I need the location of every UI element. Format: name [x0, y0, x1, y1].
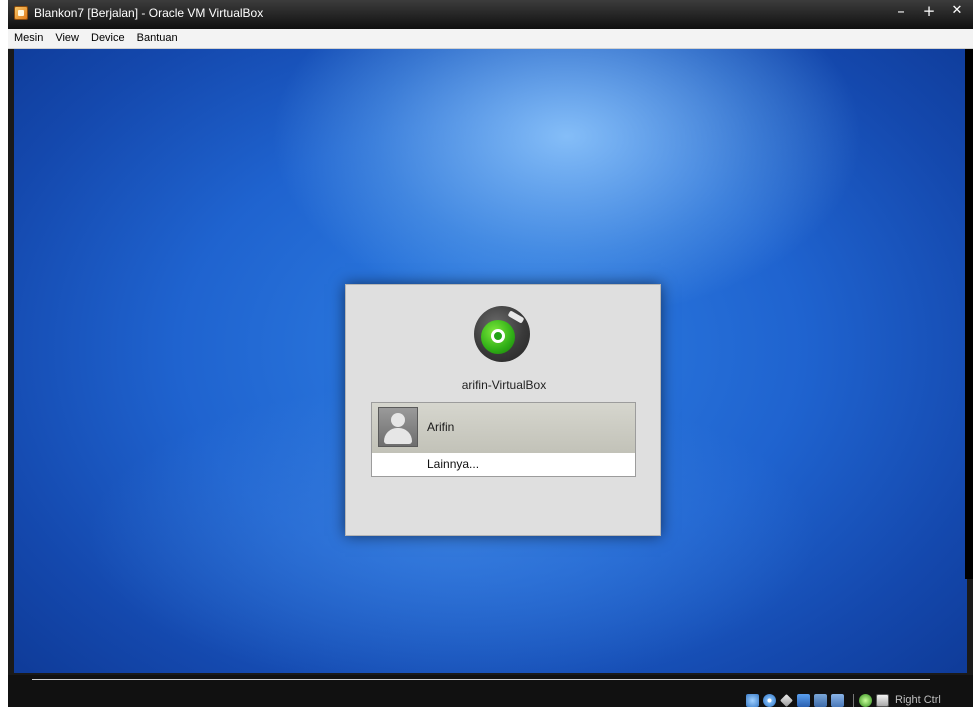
virtualbox-window: Blankon7 [Berjalan] - Oracle VM VirtualB…: [8, 0, 973, 707]
avatar-head: [391, 413, 405, 427]
status-bar: Right Ctrl: [8, 675, 973, 707]
menu-mesin[interactable]: Mesin: [8, 29, 49, 48]
logo-green-circle: [481, 320, 515, 354]
cd-dvd-icon[interactable]: [763, 693, 776, 707]
window-title: Blankon7 [Berjalan] - Oracle VM VirtualB…: [34, 6, 264, 20]
shared-folders-icon[interactable]: [814, 693, 827, 707]
mouse-integration-icon[interactable]: [859, 693, 872, 707]
usb-icon[interactable]: [780, 693, 793, 707]
logo-ring: [491, 329, 505, 343]
title-bar[interactable]: Blankon7 [Berjalan] - Oracle VM VirtualB…: [8, 0, 973, 29]
host-key-icon: [876, 693, 889, 707]
user-avatar-icon: [378, 407, 418, 447]
avatar-body: [384, 428, 412, 444]
user-name-label: Arifin: [427, 420, 455, 434]
hard-disk-icon[interactable]: [746, 693, 759, 707]
blankon-logo-icon: [474, 306, 530, 362]
status-separator: [853, 693, 854, 707]
status-icons: Right Ctrl: [746, 692, 941, 708]
user-item-arifin[interactable]: Arifin: [372, 403, 635, 453]
hostname-label: arifin-VirtualBox: [461, 378, 547, 392]
login-dialog: arifin-VirtualBox Arifin Lainnya...: [345, 284, 661, 536]
other-user-item[interactable]: Lainnya...: [372, 453, 635, 476]
close-button[interactable]: ✕: [946, 0, 968, 24]
screen-right-edge: [965, 49, 973, 579]
minimize-button[interactable]: –: [890, 0, 912, 24]
virtualbox-app-icon: [14, 6, 28, 20]
menu-bantuan[interactable]: Bantuan: [131, 29, 184, 48]
status-divider: [32, 679, 930, 680]
network-icon[interactable]: [797, 693, 810, 707]
guest-desktop[interactable]: arifin-VirtualBox Arifin Lainnya...: [14, 49, 967, 673]
display-icon[interactable]: [831, 693, 844, 707]
menu-bar: Mesin View Device Bantuan: [8, 29, 973, 49]
menu-device[interactable]: Device: [85, 29, 131, 48]
menu-view[interactable]: View: [49, 29, 85, 48]
logo-accent: [507, 310, 525, 324]
maximize-button[interactable]: +: [918, 0, 940, 24]
user-list: Arifin Lainnya...: [371, 402, 636, 477]
host-key-label: Right Ctrl: [895, 694, 941, 707]
other-user-label: Lainnya...: [427, 457, 480, 471]
